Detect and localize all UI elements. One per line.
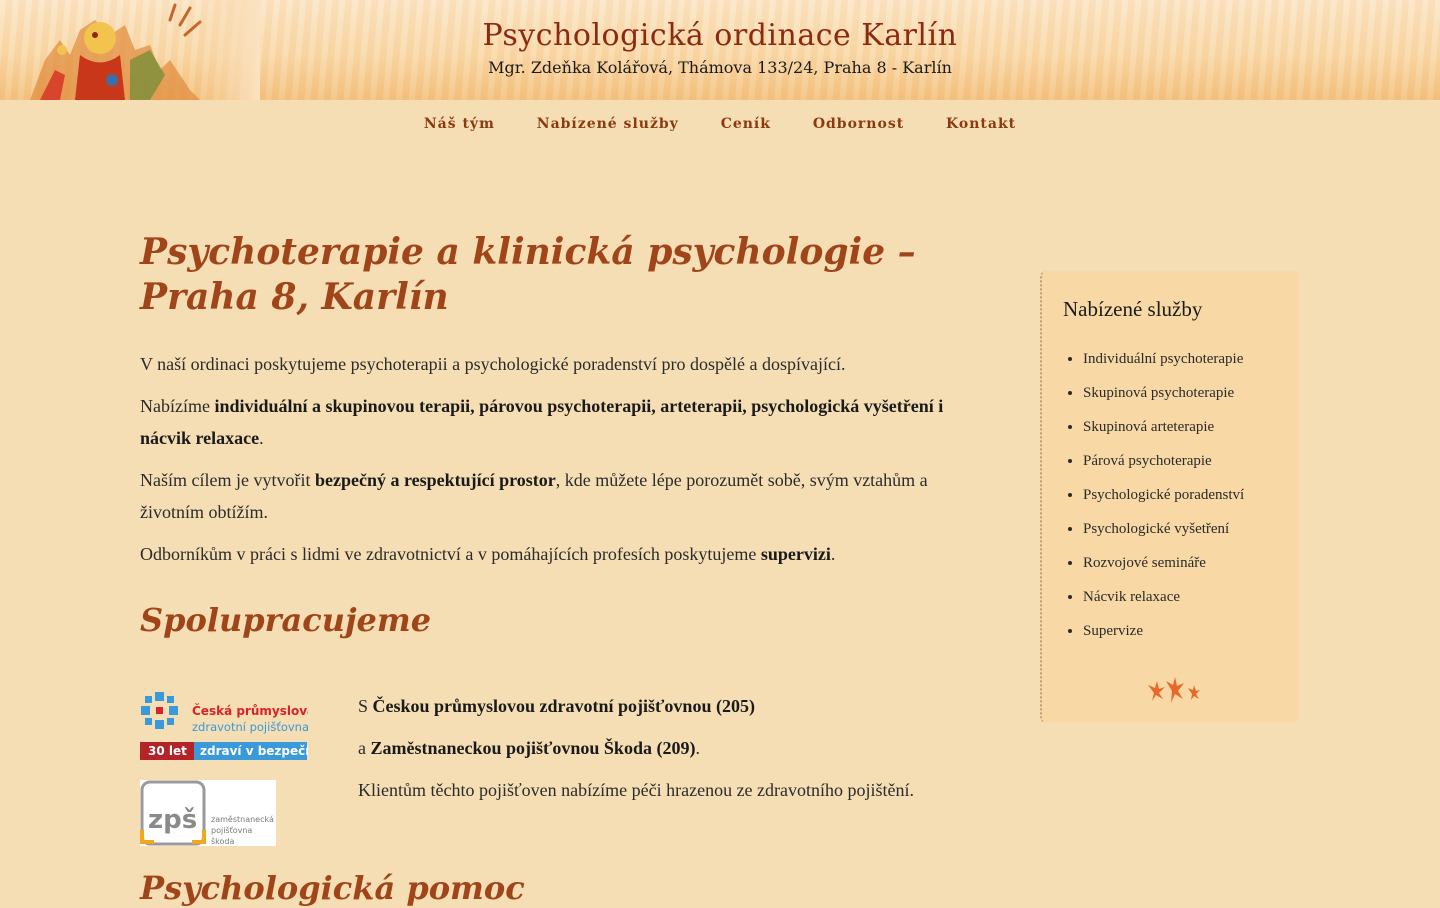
cpzp-badge-years: 30 let <box>148 744 187 758</box>
service-item-art[interactable]: Skupinová arteterapie <box>1083 410 1279 444</box>
coop-line-cpzp: S Českou průmyslovou zdravotní pojišťovn… <box>358 690 978 722</box>
intro-paragraph: V naší ordinaci poskytujeme psychoterapi… <box>140 348 960 380</box>
nav-link-expertise[interactable]: Odbornost <box>813 116 904 132</box>
service-item-individual[interactable]: Individuální psychoterapie <box>1083 342 1279 376</box>
cooperation-section: Česká průmyslová zdravotní pojišťovna 30… <box>140 660 960 860</box>
cooperation-heading: Spolupracujeme <box>140 601 432 639</box>
main-content: Psychoterapie a klinická psychologie – P… <box>140 230 960 860</box>
goal-text-bold: bezpečný a respektující prostor <box>314 470 556 490</box>
coop-l1-pre: S <box>358 696 373 716</box>
supervision-text-bold: supervizi <box>760 544 831 564</box>
zps-line2: pojišťovna <box>211 825 252 835</box>
cpzp-logo[interactable]: Česká průmyslová zdravotní pojišťovna 30… <box>140 690 308 762</box>
site-header: Psychologická ordinace Karlín Mgr. Zdeňk… <box>0 0 1440 100</box>
cooperation-text: S Českou průmyslovou zdravotní pojišťovn… <box>358 690 978 816</box>
coop-l2-bold: Zaměstnaneckou pojišťovnou Škoda (209) <box>370 738 696 758</box>
coop-l2-post: . <box>695 738 700 758</box>
service-item-supervision[interactable]: Supervize <box>1083 614 1279 648</box>
service-item-assessment[interactable]: Psychologické vyšetření <box>1083 512 1279 546</box>
offer-text-post: . <box>259 428 264 448</box>
cpzp-line2: zdravotní pojišťovna <box>192 720 308 734</box>
coop-l1-bold: Českou průmyslovou zdravotní pojišťovnou… <box>372 696 755 716</box>
coop-l3: Klientům těchto pojišťoven nabízíme péči… <box>358 780 915 800</box>
goal-text-pre: Naším cílem je vytvořit <box>140 470 315 490</box>
service-item-seminars[interactable]: Rozvojové semináře <box>1083 546 1279 580</box>
cpzp-badge-slogan: zdraví v bezpečí <box>200 744 308 758</box>
service-item-group[interactable]: Skupinová psychoterapie <box>1083 376 1279 410</box>
zps-mark: zpš <box>148 805 197 835</box>
supervision-text-pre: Odborníkům v práci s lidmi ve zdravotnic… <box>140 544 761 564</box>
psych-help-heading: Psychologická pomoc <box>140 869 525 907</box>
services-list: Individuální psychoterapie Skupinová psy… <box>1063 342 1279 648</box>
supervision-text-post: . <box>830 544 836 564</box>
service-item-counseling[interactable]: Psychologické poradenství <box>1083 478 1279 512</box>
site-title[interactable]: Psychologická ordinace Karlín <box>0 18 1440 53</box>
sidebar-title: Nabízené služby <box>1063 297 1203 321</box>
page-title: Psychoterapie a klinická psychologie – P… <box>140 231 916 318</box>
offer-text-pre: Nabízíme <box>140 396 215 416</box>
intro-text: V naší ordinaci poskytujeme psychoterapi… <box>140 354 846 374</box>
main-nav: Náš tým Nabízené služby Ceník Odbornost … <box>0 116 1440 132</box>
nav-link-contact[interactable]: Kontakt <box>946 116 1016 132</box>
coop-line-info: Klientům těchto pojišťoven nabízíme péči… <box>358 774 978 806</box>
service-item-couple[interactable]: Párová psychoterapie <box>1083 444 1279 478</box>
site-subtitle: Mgr. Zdeňka Kolářová, Thámova 133/24, Pr… <box>488 58 952 77</box>
supervision-paragraph: Odborníkům v práci s lidmi ve zdravotnic… <box>140 538 960 570</box>
nav-link-team[interactable]: Náš tým <box>424 116 495 132</box>
coop-line-zps: a Zaměstnaneckou pojišťovnou Škoda (209)… <box>358 732 978 764</box>
offer-paragraph: Nabízíme individuální a skupinovou terap… <box>140 390 960 454</box>
service-item-relaxation[interactable]: Nácvik relaxace <box>1083 580 1279 614</box>
zps-line3: škoda <box>211 836 234 846</box>
zps-line1: zaměstnanecká <box>211 815 274 824</box>
zps-logo[interactable]: zpš zaměstnanecká pojišťovna škoda <box>140 780 276 846</box>
goal-paragraph: Naším cílem je vytvořit bezpečný a respe… <box>140 464 960 528</box>
flower-ornament-icon <box>1148 677 1200 703</box>
services-sidebar: Nabízené služby Individuální psychoterap… <box>1040 271 1299 723</box>
cpzp-line1: Česká průmyslová <box>192 703 308 718</box>
nav-link-prices[interactable]: Ceník <box>721 116 771 132</box>
nav-link-services[interactable]: Nabízené služby <box>537 116 679 132</box>
coop-l2-pre: a <box>358 738 371 758</box>
